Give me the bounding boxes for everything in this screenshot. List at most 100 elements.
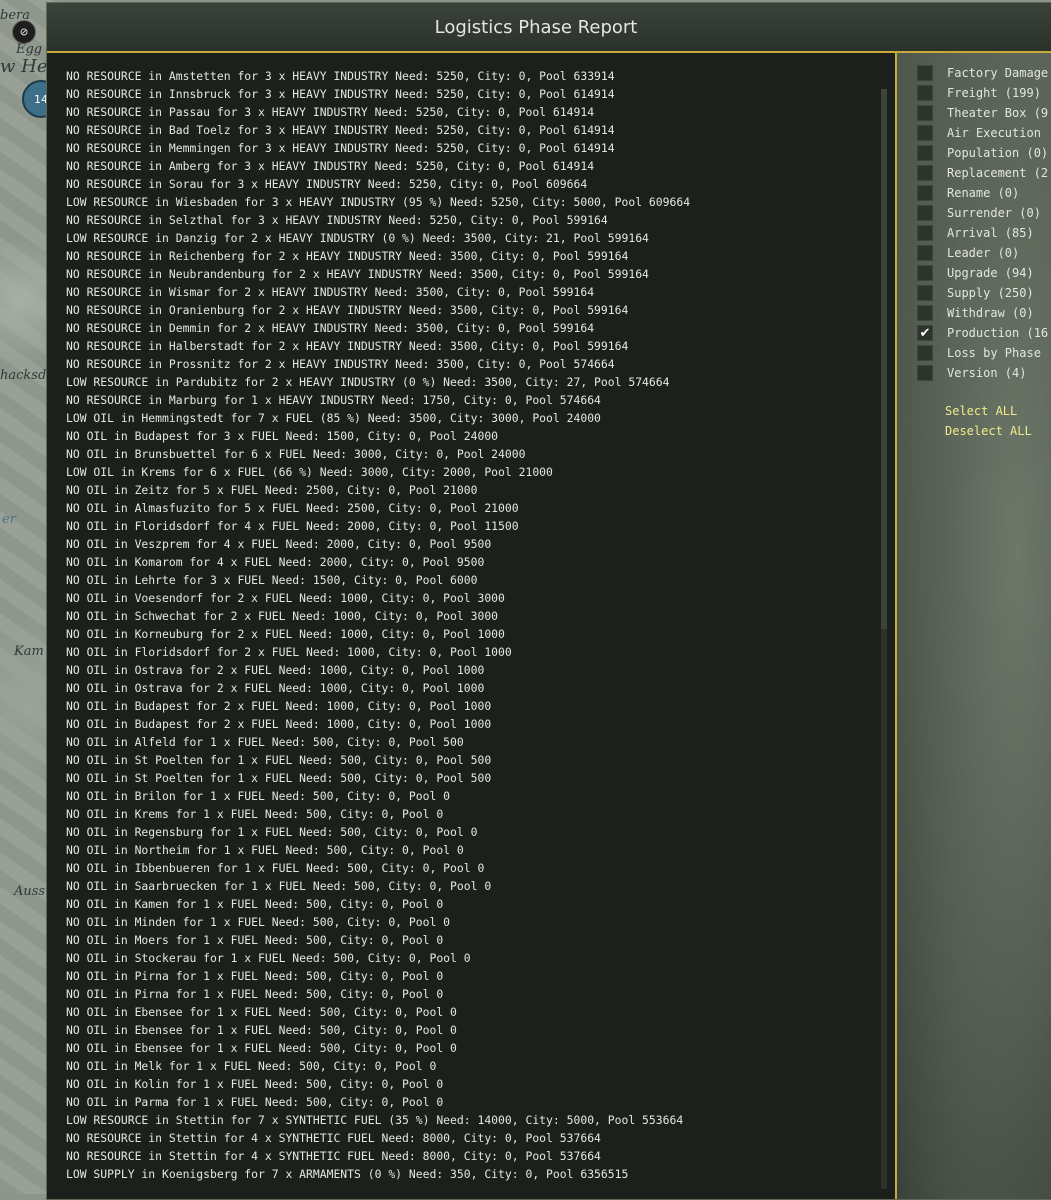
report-line: NO RESOURCE in Passau for 3 x HEAVY INDU… <box>66 105 595 119</box>
filter-label: Factory Damage <box>947 66 1049 80</box>
filter-label: Theater Box (9 <box>947 106 1049 120</box>
map-label: Egg <box>16 42 43 57</box>
report-line: NO RESOURCE in Wismar for 2 x HEAVY INDU… <box>66 285 595 299</box>
select-all-button[interactable]: Select ALL <box>945 404 1017 418</box>
filter-checkbox[interactable] <box>917 85 933 101</box>
filter-item[interactable]: Freight (199) <box>917 83 1048 103</box>
filter-item[interactable]: ✔ Production (16 <box>917 323 1048 343</box>
report-line: NO OIL in St Poelten for 1 x FUEL Need: … <box>66 771 492 785</box>
report-line: NO RESOURCE in Oranienburg for 2 x HEAVY… <box>66 303 629 317</box>
report-line: NO OIL in Northeim for 1 x FUEL Need: 50… <box>66 843 464 857</box>
report-line: NO OIL in Moers for 1 x FUEL Need: 500, … <box>66 933 444 947</box>
report-line: NO OIL in Almasfuzito for 5 x FUEL Need:… <box>66 501 519 515</box>
report-line: NO OIL in Kamen for 1 x FUEL Need: 500, … <box>66 897 444 911</box>
filter-item[interactable]: Upgrade (94) <box>917 263 1048 283</box>
filter-checkbox[interactable] <box>917 285 933 301</box>
filter-checkbox[interactable] <box>917 305 933 321</box>
filter-checkbox[interactable] <box>917 185 933 201</box>
filter-label: Upgrade (94) <box>947 266 1034 280</box>
filter-item[interactable]: Factory Damage <box>917 63 1048 83</box>
report-line: NO OIL in Brilon for 1 x FUEL Need: 500,… <box>66 789 451 803</box>
filter-label: Withdraw (0) <box>947 306 1034 320</box>
report-line: NO OIL in Floridsdorf for 2 x FUEL Need:… <box>66 645 512 659</box>
filter-item[interactable]: Surrender (0) <box>917 203 1048 223</box>
report-line: NO OIL in Lehrte for 3 x FUEL Need: 1500… <box>66 573 478 587</box>
report-line: NO OIL in Budapest for 3 x FUEL Need: 15… <box>66 429 499 443</box>
map-label: hacksd <box>0 368 47 383</box>
filter-item[interactable]: Population (0) <box>917 143 1048 163</box>
filter-checkbox[interactable]: ✔ <box>917 325 933 341</box>
report-line: NO OIL in Ebensee for 1 x FUEL Need: 500… <box>66 1005 457 1019</box>
filter-label: Leader (0) <box>947 246 1020 260</box>
report-line: NO OIL in Veszprem for 4 x FUEL Need: 20… <box>66 537 492 551</box>
report-line: NO OIL in Komarom for 4 x FUEL Need: 200… <box>66 555 485 569</box>
report-scrollbar[interactable] <box>881 89 887 1189</box>
filter-item[interactable]: Supply (250) <box>917 283 1048 303</box>
map-label: Kam <box>14 644 44 659</box>
filter-checkbox[interactable] <box>917 165 933 181</box>
report-line: NO OIL in Brunsbuettel for 6 x FUEL Need… <box>66 447 526 461</box>
filter-item[interactable]: Loss by Phase <box>917 343 1048 363</box>
map-label: Auss <box>14 884 46 899</box>
filter-label: Arrival (85) <box>947 226 1034 240</box>
report-line: NO OIL in Kolin for 1 x FUEL Need: 500, … <box>66 1077 444 1091</box>
report-line: NO RESOURCE in Marburg for 1 x HEAVY IND… <box>66 393 601 407</box>
filter-label: Version (4) <box>947 366 1027 380</box>
report-line: NO RESOURCE in Sorau for 3 x HEAVY INDUS… <box>66 177 588 191</box>
scrollbar-thumb[interactable] <box>881 89 887 629</box>
report-panel[interactable]: NO RESOURCE in Amstetten for 3 x HEAVY I… <box>47 53 897 1199</box>
filter-checkbox[interactable] <box>917 65 933 81</box>
report-line: NO OIL in Regensburg for 1 x FUEL Need: … <box>66 825 478 839</box>
report-line: NO OIL in Budapest for 2 x FUEL Need: 10… <box>66 699 492 713</box>
filter-item[interactable]: Version (4) <box>917 363 1048 383</box>
report-line: NO OIL in Zeitz for 5 x FUEL Need: 2500,… <box>66 483 478 497</box>
report-line: NO OIL in Minden for 1 x FUEL Need: 500,… <box>66 915 451 929</box>
report-line: NO OIL in Budapest for 2 x FUEL Need: 10… <box>66 717 492 731</box>
report-line: NO RESOURCE in Stettin for 4 x SYNTHETIC… <box>66 1149 601 1163</box>
filter-item[interactable]: Replacement (2 <box>917 163 1048 183</box>
report-line: NO OIL in Saarbruecken for 1 x FUEL Need… <box>66 879 492 893</box>
filter-item[interactable]: Leader (0) <box>917 243 1048 263</box>
report-line: NO RESOURCE in Neubrandenburg for 2 x HE… <box>66 267 649 281</box>
filter-label: Production (16 <box>947 326 1049 340</box>
filter-checkbox[interactable] <box>917 205 933 221</box>
filter-label: Loss by Phase <box>947 346 1041 360</box>
report-line: NO RESOURCE in Amberg for 3 x HEAVY INDU… <box>66 159 595 173</box>
report-line: NO OIL in Pirna for 1 x FUEL Need: 500, … <box>66 969 444 983</box>
report-line: NO OIL in Alfeld for 1 x FUEL Need: 500,… <box>66 735 464 749</box>
filter-item[interactable]: Withdraw (0) <box>917 303 1048 323</box>
report-line: LOW RESOURCE in Danzig for 2 x HEAVY IND… <box>66 231 649 245</box>
filter-checkbox[interactable] <box>917 105 933 121</box>
filter-checkbox[interactable] <box>917 125 933 141</box>
map-label: er <box>2 512 16 527</box>
filter-panel: Factory Damage Freight (199) Theater Box (… <box>897 53 1051 1199</box>
report-line: NO OIL in Ibbenbueren for 1 x FUEL Need:… <box>66 861 485 875</box>
checkmark-icon: ✔ <box>919 325 931 341</box>
deselect-all-button[interactable]: Deselect ALL <box>945 424 1032 438</box>
report-line: NO RESOURCE in Stettin for 4 x SYNTHETIC… <box>66 1131 601 1145</box>
filter-label: Surrender (0) <box>947 206 1041 220</box>
report-line: NO OIL in Floridsdorf for 4 x FUEL Need:… <box>66 519 519 533</box>
window-title: Logistics Phase Report <box>434 16 638 38</box>
report-line: LOW RESOURCE in Wiesbaden for 3 x HEAVY … <box>66 195 691 209</box>
filter-checkbox[interactable] <box>917 145 933 161</box>
filter-item[interactable]: Air Execution <box>917 123 1048 143</box>
title-bar: Logistics Phase Report <box>47 3 1051 53</box>
map-unit-badge-icon[interactable]: ⊘ <box>12 20 36 44</box>
filter-item[interactable]: Theater Box (9 <box>917 103 1048 123</box>
report-line: NO OIL in Pirna for 1 x FUEL Need: 500, … <box>66 987 444 1001</box>
filter-item[interactable]: Rename (0) <box>917 183 1048 203</box>
report-line: NO RESOURCE in Reichenberg for 2 x HEAVY… <box>66 249 629 263</box>
report-list: NO RESOURCE in Amstetten for 3 x HEAVY I… <box>66 67 690 1183</box>
report-line: NO OIL in Voesendorf for 2 x FUEL Need: … <box>66 591 505 605</box>
report-line: NO OIL in Schwechat for 2 x FUEL Need: 1… <box>66 609 499 623</box>
filter-checkbox[interactable] <box>917 245 933 261</box>
filter-checkbox[interactable] <box>917 225 933 241</box>
filter-checkbox[interactable] <box>917 265 933 281</box>
filter-checkbox[interactable] <box>917 345 933 361</box>
report-line: NO RESOURCE in Selzthal for 3 x HEAVY IN… <box>66 213 608 227</box>
report-line: LOW SUPPLY in Koenigsberg for 7 x ARMAME… <box>66 1167 629 1181</box>
filter-checkbox[interactable] <box>917 365 933 381</box>
filter-item[interactable]: Arrival (85) <box>917 223 1048 243</box>
report-line: NO OIL in Ebensee for 1 x FUEL Need: 500… <box>66 1041 457 1055</box>
